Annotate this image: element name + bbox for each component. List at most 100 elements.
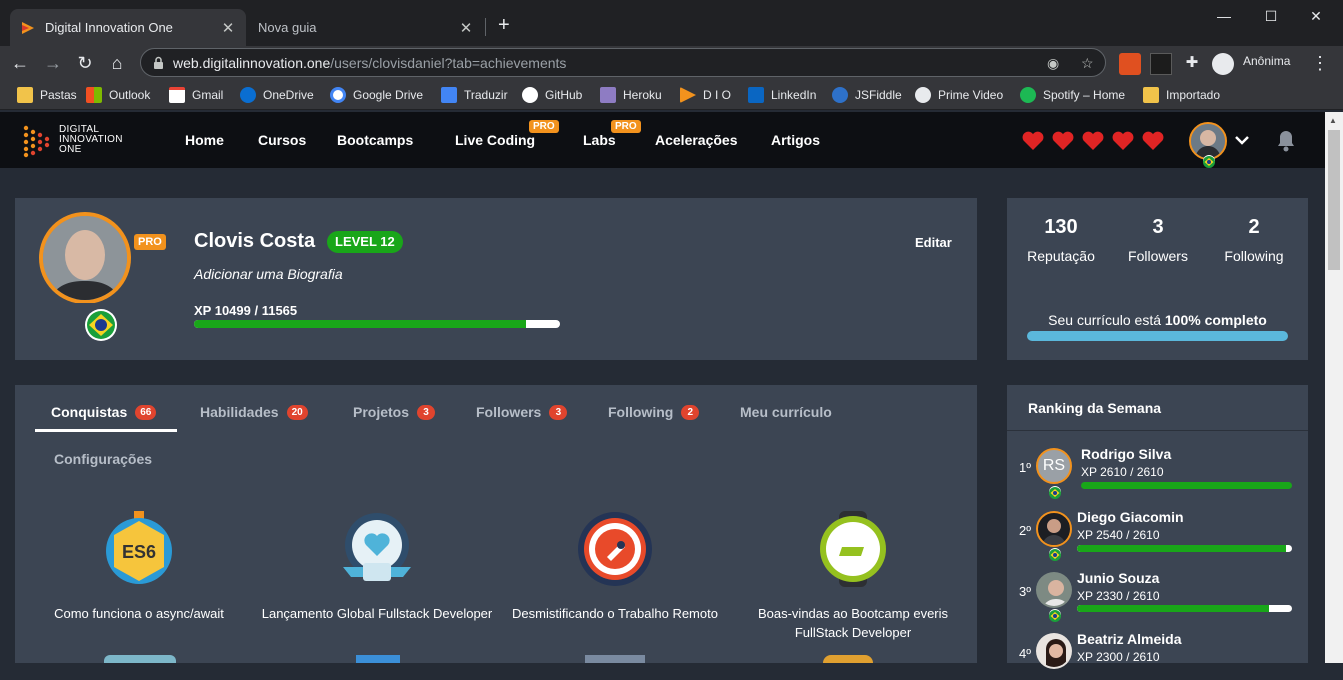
achievement-title: Boas-vindas ao Bootcamp everis FullStack… <box>757 606 949 640</box>
stat-following[interactable]: 2 Following <box>1209 215 1299 264</box>
close-tab-icon[interactable]: ✕ <box>218 19 238 37</box>
tracking-blocked-icon[interactable]: ◉ <box>1047 55 1059 72</box>
ranking-row[interactable]: 2º Diego Giacomin XP 2540 / 2610 <box>1007 503 1308 561</box>
lock-icon <box>154 56 163 69</box>
bookmark-gmail[interactable]: Gmail <box>169 86 223 104</box>
bookmark-heroku[interactable]: Heroku <box>600 86 662 104</box>
ranking-xp: XP 2300 / 2610 <box>1077 650 1160 664</box>
close-window-icon[interactable]: ✕ <box>1306 8 1326 28</box>
achievement-card[interactable]: Lançamento Global Fullstack Developer <box>257 511 497 623</box>
reload-icon[interactable]: ↻ <box>73 51 97 75</box>
bookmark-prime-video[interactable]: Prime Video <box>915 86 1003 104</box>
close-tab-icon[interactable]: ✕ <box>456 19 476 37</box>
back-icon[interactable]: ← <box>8 51 32 75</box>
notification-bell-icon[interactable] <box>1275 129 1297 153</box>
edit-profile-button[interactable]: Editar <box>915 235 952 250</box>
tab-label: Projetos <box>353 404 410 420</box>
tab-projetos[interactable]: Projetos 3 <box>353 404 436 420</box>
bookmark-dio[interactable]: D I O <box>680 86 731 104</box>
bookmark-importado[interactable]: Importado <box>1143 86 1220 104</box>
bookmark-spotify[interactable]: Spotify – Home <box>1020 86 1125 104</box>
nav-bootcamps[interactable]: Bootcamps <box>337 132 413 148</box>
bookmark-label: Prime Video <box>938 88 1004 102</box>
profile-label[interactable]: Anônima <box>1243 54 1290 68</box>
bookmark-onedrive[interactable]: OneDrive <box>240 86 314 104</box>
bookmark-pastas[interactable]: Pastas <box>17 86 77 104</box>
ranking-name: Diego Giacomin <box>1077 509 1184 525</box>
minimize-icon[interactable]: — <box>1214 8 1234 28</box>
bookmark-label: Google Drive <box>353 88 424 102</box>
achievement-title: Desmistificando o Trabalho Remoto <box>512 606 718 621</box>
bookmark-google-drive[interactable]: Google Drive <box>330 86 423 104</box>
add-biography-link[interactable]: Adicionar uma Biografia <box>194 266 343 282</box>
ranking-progress-bar <box>1077 605 1292 612</box>
tab-configuracoes[interactable]: Configurações <box>54 451 152 467</box>
ranking-avatar: RS <box>1036 448 1072 484</box>
ranking-progress-fill <box>1077 605 1269 612</box>
curriculum-status-value: 100% completo <box>1164 312 1267 328</box>
ranking-row[interactable]: 4º Beatriz Almeida XP 2300 / 2610 <box>1007 625 1308 680</box>
address-bar[interactable]: web.digitalinnovation.one/users/clovisda… <box>140 48 1106 77</box>
bookmark-github[interactable]: GitHub <box>522 86 582 104</box>
bookmark-star-icon[interactable]: ☆ <box>1081 55 1094 72</box>
new-tab-icon[interactable]: + <box>498 15 510 35</box>
achievement-title: Como funciona o async/await <box>54 606 224 621</box>
scroll-up-icon[interactable]: ▲ <box>1329 116 1337 125</box>
tab-label: Followers <box>476 404 542 420</box>
heart-icon <box>1082 131 1104 150</box>
tab-meu-curriculo[interactable]: Meu currículo <box>740 404 832 420</box>
curriculum-status: Seu currículo está 100% completo <box>1007 312 1308 328</box>
bookmark-jsfiddle[interactable]: JSFiddle <box>832 86 902 104</box>
bookmark-traduzir[interactable]: Traduzir <box>441 86 508 104</box>
ranking-row[interactable]: 3º Junio Souza XP 2330 / 2610 <box>1007 564 1308 622</box>
tab-habilidades[interactable]: Habilidades 20 <box>200 404 308 420</box>
folder-icon <box>17 87 33 103</box>
pro-badge: PRO <box>529 120 559 133</box>
achievement-badge-partial <box>356 655 400 663</box>
dio-logo[interactable]: DIGITAL INNOVATION ONE <box>22 124 132 158</box>
tab-separator <box>485 18 486 36</box>
profile-photo[interactable] <box>39 211 159 304</box>
chevron-down-icon[interactable] <box>1234 134 1250 146</box>
ranking-row[interactable]: 1º RS Rodrigo Silva XP 2610 / 2610 <box>1007 440 1308 499</box>
nav-live-coding[interactable]: Live Coding <box>455 132 535 148</box>
active-tab-indicator <box>35 429 177 432</box>
heart-icon <box>1112 131 1134 150</box>
browser-tab-new[interactable]: Nova guia ✕ <box>246 9 484 46</box>
stat-value: 2 <box>1248 216 1260 238</box>
incognito-icon[interactable] <box>1212 53 1234 75</box>
home-icon[interactable]: ⌂ <box>105 51 129 75</box>
achievement-card[interactable]: Desmistificando o Trabalho Remoto <box>495 511 735 623</box>
ranking-avatar <box>1036 572 1072 608</box>
extension-off-icon[interactable] <box>1119 53 1141 75</box>
maximize-icon[interactable]: ☐ <box>1261 8 1281 28</box>
stat-label: Reputação <box>1027 248 1095 264</box>
forward-icon[interactable]: → <box>41 51 65 75</box>
achievement-card[interactable]: Boas-vindas ao Bootcamp everis FullStack… <box>733 511 973 642</box>
stat-reputation: 130 Reputação <box>1016 215 1106 264</box>
browser-menu-icon[interactable]: ⋮ <box>1308 51 1332 75</box>
scrollbar-thumb[interactable] <box>1328 130 1340 270</box>
tab-conquistas[interactable]: Conquistas 66 <box>51 404 157 420</box>
site-header: DIGITAL INNOVATION ONE Home Cursos Bootc… <box>0 112 1325 168</box>
tab-label: Meu currículo <box>740 404 832 420</box>
page-scrollbar[interactable]: ▲ <box>1325 112 1343 663</box>
ranking-position: 3º <box>1019 584 1031 599</box>
nav-cursos[interactable]: Cursos <box>258 132 306 148</box>
nav-home[interactable]: Home <box>185 132 224 148</box>
nav-aceleracoes[interactable]: Acelerações <box>655 132 738 148</box>
bookmark-outlook[interactable]: Outlook <box>86 86 150 104</box>
bookmark-linkedin[interactable]: LinkedIn <box>748 86 816 104</box>
tab-following[interactable]: Following 2 <box>608 404 700 420</box>
browser-tab-dio[interactable]: Digital Innovation One ✕ <box>10 9 246 46</box>
extension-cat-icon[interactable] <box>1150 53 1172 75</box>
nav-artigos[interactable]: Artigos <box>771 132 820 148</box>
curriculum-progress-bar <box>1027 331 1288 341</box>
bookmark-label: OneDrive <box>263 88 314 102</box>
achievement-card[interactable]: ES6 Como funciona o async/await <box>19 511 259 623</box>
tab-followers[interactable]: Followers 3 <box>476 404 568 420</box>
extensions-puzzle-icon[interactable]: ✚ <box>1181 53 1203 75</box>
nav-labs[interactable]: Labs <box>583 132 616 148</box>
stat-followers[interactable]: 3 Followers <box>1113 215 1203 264</box>
xp-progress-bar <box>194 320 560 328</box>
